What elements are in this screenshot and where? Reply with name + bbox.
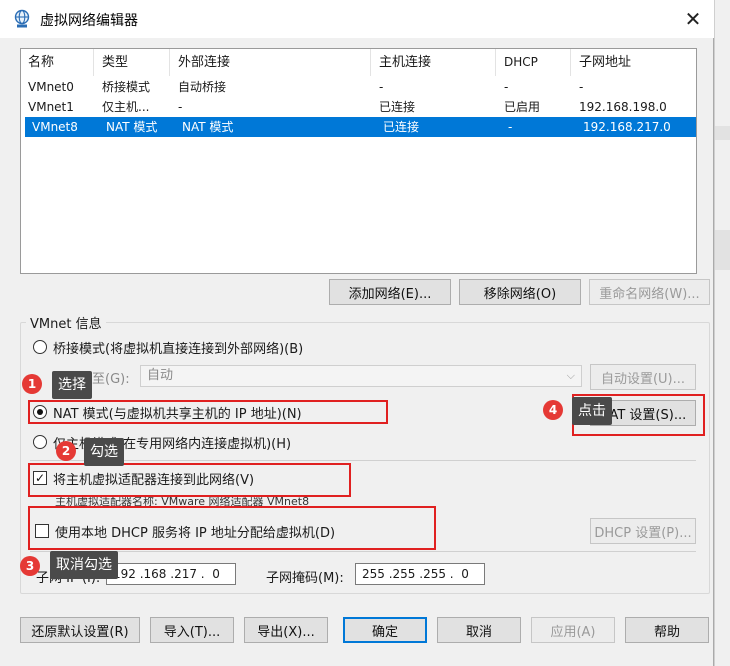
background-band: [715, 126, 730, 140]
column-header-host[interactable]: 主机连接: [372, 49, 496, 76]
list-header: 名称 类型 外部连接 主机连接 DHCP 子网地址: [21, 49, 696, 76]
restore-defaults-button[interactable]: 还原默认设置(R): [20, 617, 140, 643]
window-title: 虚拟网络编辑器: [40, 13, 138, 29]
column-header-external[interactable]: 外部连接: [171, 49, 371, 76]
cell-type: 桥接模式: [102, 80, 151, 94]
network-globe-icon: [14, 9, 30, 28]
subnet-ip-field[interactable]: 192 .168 .217 . 0: [106, 563, 236, 585]
ok-button[interactable]: 确定: [343, 617, 427, 643]
table-row[interactable]: VMnet1 仅主机... - 已连接 已启用 192.168.198.0: [21, 97, 696, 117]
table-row[interactable]: VMnet0 桥接模式 自动桥接 - - -: [21, 77, 696, 97]
subnet-mask-label: 子网掩码(M):: [266, 571, 344, 586]
cell-type: NAT 模式: [106, 120, 158, 134]
network-list[interactable]: 名称 类型 外部连接 主机连接 DHCP 子网地址 VMnet0 桥接模式 自动…: [20, 48, 697, 274]
bridge-mode-radio[interactable]: [33, 340, 47, 354]
cell-name: VMnet0: [28, 80, 74, 94]
host-only-radio[interactable]: [33, 435, 47, 449]
chevron-down-icon: ⌵: [566, 369, 575, 382]
annotation-badge-4: 4: [543, 400, 563, 420]
cell-host: -: [379, 80, 384, 94]
bridge-to-select[interactable]: 自动 ⌵: [140, 365, 582, 387]
cell-external: -: [178, 100, 183, 114]
cell-external: NAT 模式: [182, 120, 234, 134]
cell-type: 仅主机...: [102, 100, 150, 114]
background-window: [714, 0, 730, 666]
cell-dhcp: 已启用: [504, 100, 541, 114]
subnet-mask-field[interactable]: 255 .255 .255 . 0: [355, 563, 485, 585]
cell-host: 已连接: [379, 100, 416, 114]
bridge-to-value: 自动: [147, 368, 174, 383]
annotation-tip-2: 勾选: [84, 438, 124, 466]
annotation-box-connect-adapter: [28, 463, 351, 497]
cell-name: VMnet1: [28, 100, 74, 114]
cell-dhcp: -: [508, 120, 513, 134]
column-header-type[interactable]: 类型: [95, 49, 170, 76]
cell-subnet: 192.168.198.0: [579, 100, 667, 114]
remove-network-button[interactable]: 移除网络(O): [459, 279, 581, 305]
annotation-badge-3: 3: [20, 556, 40, 576]
cell-name: VMnet8: [32, 120, 78, 134]
annotation-badge-2: 2: [56, 441, 76, 461]
auto-settings-button[interactable]: 自动设置(U)...: [590, 364, 696, 390]
import-button[interactable]: 导入(T)...: [150, 617, 234, 643]
annotation-tip-4: 点击: [572, 397, 612, 425]
cell-dhcp: -: [504, 80, 509, 94]
table-row-selected[interactable]: VMnet8 NAT 模式 NAT 模式 已连接 - 192.168.217.0: [25, 117, 696, 137]
annotation-tip-1: 选择: [52, 371, 92, 399]
cancel-button[interactable]: 取消: [437, 617, 521, 643]
column-header-name[interactable]: 名称: [21, 49, 94, 76]
help-button[interactable]: 帮助: [625, 617, 709, 643]
annotation-tip-3: 取消勾选: [50, 551, 118, 579]
cell-host: 已连接: [383, 120, 420, 134]
annotation-badge-1: 1: [22, 374, 42, 394]
cell-subnet: 192.168.217.0: [583, 120, 671, 134]
column-header-dhcp[interactable]: DHCP: [497, 49, 571, 76]
background-band: [715, 230, 730, 270]
title-bar: 虚拟网络编辑器 ✕: [0, 0, 714, 38]
separator: [30, 551, 696, 552]
column-header-subnet[interactable]: 子网地址: [572, 49, 696, 76]
add-network-button[interactable]: 添加网络(E)...: [329, 279, 451, 305]
vmnet-info-title: VMnet 信息: [26, 313, 106, 332]
close-button[interactable]: ✕: [676, 4, 710, 34]
annotation-box-nat: [28, 400, 388, 424]
dhcp-settings-button[interactable]: DHCP 设置(P)...: [590, 518, 696, 544]
cell-subnet: -: [579, 80, 584, 94]
bridge-mode-label: 桥接模式(将虚拟机直接连接到外部网络)(B): [53, 342, 304, 357]
apply-button[interactable]: 应用(A): [531, 617, 615, 643]
separator: [30, 460, 696, 461]
export-button[interactable]: 导出(X)...: [244, 617, 328, 643]
cell-external: 自动桥接: [178, 80, 227, 94]
rename-network-button[interactable]: 重命名网络(W)...: [589, 279, 710, 305]
annotation-box-dhcp: [28, 506, 436, 550]
